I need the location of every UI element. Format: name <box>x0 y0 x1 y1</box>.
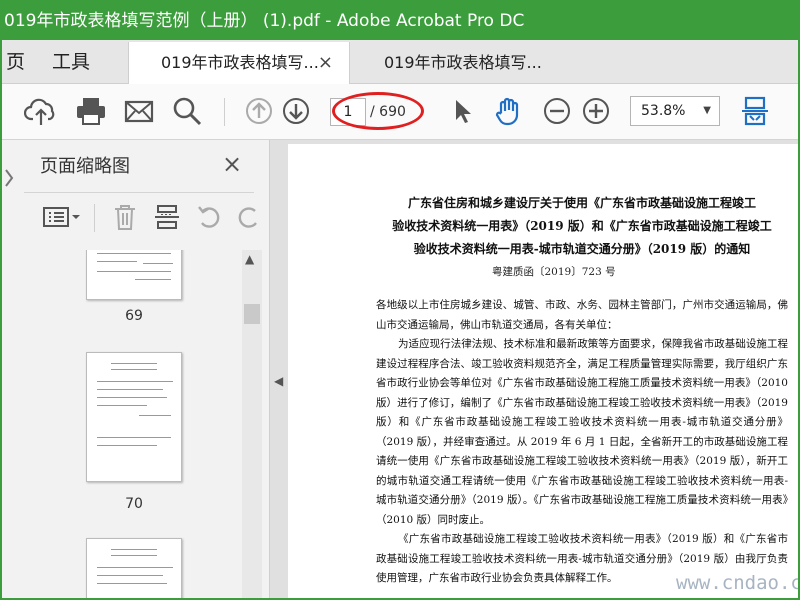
chevron-down-icon: ▼ <box>703 105 711 116</box>
title-line: 验收技术资料统一用表》（2019 版）和《广东省市政基础设施工程竣工 <box>392 219 772 233</box>
search-icon[interactable] <box>170 94 204 128</box>
options-menu-icon[interactable] <box>42 202 82 232</box>
title-line: 广东省住房和城乡建设厅关于使用《广东省市政基础设施工程竣工 <box>407 196 756 210</box>
rotate-right-icon[interactable] <box>234 202 264 232</box>
red-highlight-circle <box>332 92 424 130</box>
panel-divider <box>24 192 254 193</box>
collapse-panel-icon[interactable]: ◀ <box>274 374 283 388</box>
document-reference-number: 粤建质函〔2019〕723 号 <box>492 266 616 278</box>
select-cursor-icon[interactable] <box>446 94 480 128</box>
extract-pages-icon[interactable] <box>152 202 182 232</box>
body-paragraph: 各地级以上市住房城乡建设、城管、市政、水务、园林主管部门，广州市交通运输局，佛山… <box>376 299 788 331</box>
trash-icon[interactable] <box>110 202 140 232</box>
printer-icon[interactable] <box>74 94 108 128</box>
thumbnail-page-69[interactable] <box>86 250 182 300</box>
panel-tab-arrow-icon[interactable] <box>2 164 16 192</box>
thumbnail-list: 69 70 <box>24 250 240 598</box>
zoom-select[interactable]: 53.8% ▼ <box>630 96 720 126</box>
title-line: 验收技术资料统一用表-城市轨道交通分册》（2019 版）的通知 <box>413 242 751 256</box>
cloud-upload-icon[interactable] <box>23 94 58 128</box>
fit-page-icon[interactable] <box>738 94 772 128</box>
hand-tool-icon[interactable] <box>492 94 526 128</box>
panel-title: 页面缩略图 <box>40 156 130 177</box>
zoom-in-icon[interactable] <box>579 94 613 128</box>
thumbnail-label: 70 <box>125 496 143 512</box>
scroll-up-icon[interactable]: ▲ <box>245 252 254 266</box>
tab-document-1[interactable]: 019年市政表格填写... × <box>128 42 350 84</box>
tab-label: 019年市政表格填写... <box>384 53 542 72</box>
tab-document-2[interactable]: 019年市政表格填写... <box>352 42 572 84</box>
previous-page-icon[interactable] <box>242 94 276 128</box>
body-paragraph: 为适应现行法律法规、技术标准和最新政策等方面要求，保障我省市政基础设施工程建设过… <box>376 338 788 526</box>
panel-close-icon[interactable]: × <box>222 150 242 178</box>
next-page-icon[interactable] <box>279 94 313 128</box>
watermark-text: www.cndao.com <box>676 572 800 594</box>
tab-close-icon[interactable]: × <box>318 42 333 84</box>
thumbnail-panel: 页面缩略图 × 69 70 ▲ <box>2 140 270 598</box>
zoom-value: 53.8% <box>641 103 686 119</box>
thumbnail-scrollbar[interactable]: ▲ <box>242 250 262 598</box>
document-title: 广东省住房和城乡建设厅关于使用《广东省市政基础设施工程竣工 验收技术资料统一用表… <box>392 192 772 261</box>
email-icon[interactable] <box>122 94 156 128</box>
nav-tools[interactable]: 工具 <box>52 40 90 84</box>
toolbar-divider <box>224 98 225 126</box>
panel-toolbar <box>24 198 270 240</box>
scrollbar-thumb[interactable] <box>244 304 260 324</box>
thumbnail-page-70[interactable] <box>86 352 182 482</box>
acrobat-window: 019年市政表格填写范例（上册） (1).pdf - Adobe Acrobat… <box>0 0 800 600</box>
panel-toolbar-divider <box>94 204 95 232</box>
main-toolbar: 1 / 690 53.8% ▼ <box>2 84 798 140</box>
tab-label: 019年市政表格填写... <box>161 53 319 72</box>
window-title: 019年市政表格填写范例（上册） (1).pdf - Adobe Acrobat… <box>2 2 798 40</box>
nav-home[interactable]: 页 <box>6 40 25 84</box>
rotate-left-icon[interactable] <box>194 202 224 232</box>
document-body: 各地级以上市住房城乡建设、城管、市政、水务、园林主管部门，广州市交通运输局，佛山… <box>376 296 788 589</box>
zoom-out-icon[interactable] <box>540 94 574 128</box>
thumbnail-label: 69 <box>125 308 143 324</box>
thumbnail-page-71[interactable] <box>86 538 182 598</box>
tab-bar: 页 工具 019年市政表格填写... × 019年市政表格填写... <box>2 40 798 84</box>
